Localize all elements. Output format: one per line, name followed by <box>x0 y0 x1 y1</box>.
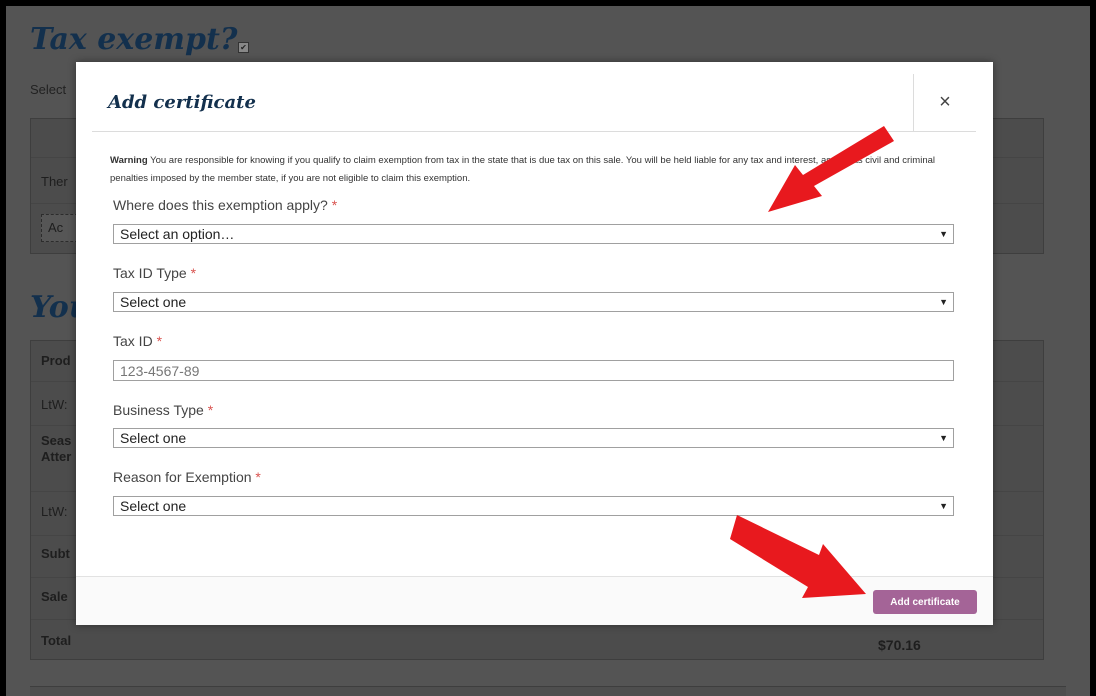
table-row: Atter <box>41 449 72 464</box>
close-button[interactable]: × <box>913 74 976 131</box>
tax-exempt-checkbox[interactable]: ✔ <box>238 42 249 53</box>
subtotal-label: Subt <box>41 546 70 561</box>
page-title: Tax exempt? <box>30 22 238 57</box>
reason-label-text: Reason for Exemption <box>113 469 252 485</box>
exemption-location-select[interactable]: Select an option… ▼ <box>113 224 954 244</box>
warning-label: Warning <box>110 155 148 166</box>
tax-id-type-select[interactable]: Select one ▼ <box>113 292 954 312</box>
modal-header: Add certificate × <box>92 74 976 132</box>
reason-value: Select one <box>120 498 187 514</box>
no-certificates-text: Ther <box>41 174 68 189</box>
exemption-location-value: Select an option… <box>120 226 235 242</box>
exemption-location-label: Where does this exemption apply? * <box>113 197 337 213</box>
required-mark: * <box>156 333 163 349</box>
table-row: Seas <box>41 433 72 448</box>
table-row: LtW: <box>41 504 68 519</box>
add-certificate-modal: Add certificate × Warning You are respon… <box>76 62 993 625</box>
page-select-text: Select <box>30 82 67 97</box>
dropdown-arrow-icon: ▼ <box>939 501 948 511</box>
business-type-value: Select one <box>120 430 187 446</box>
required-mark: * <box>331 197 338 213</box>
dropdown-arrow-icon: ▼ <box>939 433 948 443</box>
tax-id-type-label: Tax ID Type * <box>113 265 196 281</box>
close-icon: × <box>939 91 951 113</box>
modal-footer <box>76 577 993 625</box>
dropdown-arrow-icon: ▼ <box>939 297 948 307</box>
bottom-panel <box>30 686 1066 696</box>
reason-select[interactable]: Select one ▼ <box>113 496 954 516</box>
exemption-location-label-text: Where does this exemption apply? <box>113 197 328 213</box>
required-mark: * <box>255 469 261 485</box>
tax-id-label-text: Tax ID <box>113 333 153 349</box>
add-certificate-button[interactable]: Add certificate <box>873 590 977 614</box>
tax-id-type-value: Select one <box>120 294 187 310</box>
total-label: Total <box>41 633 72 648</box>
sales-tax-label: Sale <box>41 589 68 604</box>
tax-id-type-label-text: Tax ID Type <box>113 265 187 281</box>
table-row: LtW: <box>41 397 68 412</box>
modal-title: Add certificate <box>108 92 256 113</box>
business-type-label-text: Business Type <box>113 402 204 418</box>
dropdown-arrow-icon: ▼ <box>939 229 948 239</box>
warning-message: Warning You are responsible for knowing … <box>110 152 950 188</box>
business-type-label: Business Type * <box>113 402 213 418</box>
business-type-select[interactable]: Select one ▼ <box>113 428 954 448</box>
warning-text: You are responsible for knowing if you q… <box>110 155 935 184</box>
required-mark: * <box>207 402 214 418</box>
reason-label: Reason for Exemption * <box>113 469 261 485</box>
tax-id-label: Tax ID * <box>113 333 162 349</box>
required-mark: * <box>190 265 197 281</box>
table-header-product: Prod <box>41 353 71 368</box>
tax-id-input[interactable] <box>113 360 954 381</box>
background-add-label: Ac <box>48 220 64 235</box>
total-amount: $70.16 <box>878 637 921 653</box>
